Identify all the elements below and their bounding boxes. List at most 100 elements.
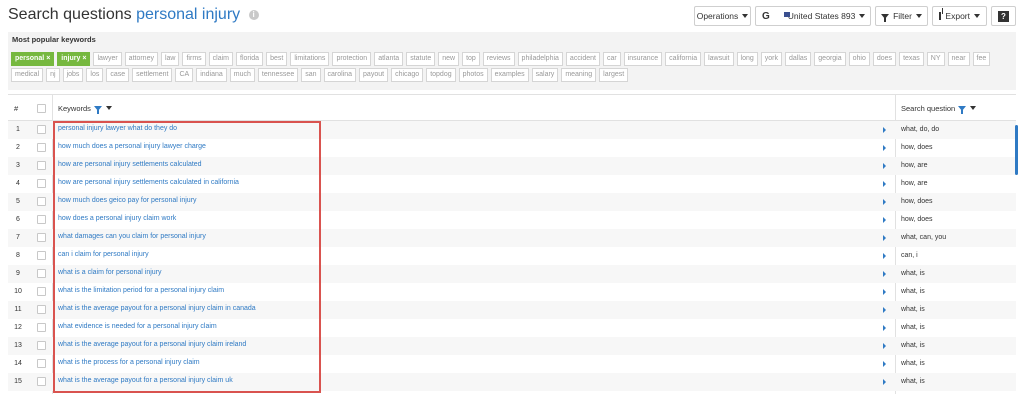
row-checkbox[interactable] [37,341,46,350]
row-checkbox[interactable] [37,269,46,278]
row-checkbox[interactable] [37,179,46,188]
keyword-tag[interactable]: atlanta [374,52,404,66]
keyword-tag[interactable]: lawyer [93,52,122,66]
help-button[interactable]: ? [991,6,1016,26]
expand-arrow-icon[interactable] [883,325,886,331]
expand-arrow-icon[interactable] [883,289,886,295]
close-icon[interactable]: × [46,55,50,62]
row-checkbox[interactable] [37,197,46,206]
close-icon[interactable]: × [82,55,86,62]
keyword-tag[interactable]: georgia [814,52,846,66]
keyword-tag[interactable]: NY [926,52,945,66]
keyword-tag[interactable]: nj [46,68,60,82]
select-all-cell [37,95,46,121]
expand-arrow-icon[interactable] [883,181,886,187]
info-icon[interactable]: i [248,10,259,20]
row-checkbox[interactable] [37,323,46,332]
keyword-tag[interactable]: photos [458,68,488,82]
row-checkbox[interactable] [37,251,46,260]
keyword-tag[interactable]: does [872,52,897,66]
keyword-tag[interactable]: examples [490,68,529,82]
export-button[interactable]: Export [932,6,987,26]
expand-arrow-icon[interactable] [883,217,886,223]
row-checkbox[interactable] [37,125,46,134]
select-all-checkbox[interactable] [37,103,46,113]
operations-button[interactable]: Operations [694,6,751,26]
keyword-tag[interactable]: long [736,52,758,66]
expand-arrow-icon[interactable] [883,253,886,259]
keyword-tag[interactable]: topdog [426,68,456,82]
keyword-tag[interactable]: case [106,68,130,82]
keyword-tag[interactable]: much [229,68,255,82]
expand-arrow-icon[interactable] [883,145,886,151]
chevron-down-icon[interactable] [105,106,112,110]
keyword-tag[interactable]: near [947,52,970,66]
keyword-tag[interactable]: los [86,68,104,82]
keyword-tag[interactable]: statute [406,52,436,66]
keyword-tag[interactable]: accident [565,52,600,66]
keyword-tag[interactable]: protection [332,52,372,66]
keyword-tag[interactable]: chicago [391,68,424,82]
expand-arrow-icon[interactable] [883,235,886,241]
keyword-tag[interactable]: CA [175,68,194,82]
keyword-tag[interactable]: payout [359,68,389,82]
row-checkbox[interactable] [37,233,46,242]
keyword-tag[interactable]: insurance [623,52,663,66]
row-checkbox[interactable] [37,359,46,368]
keyword-tag[interactable]: reviews [482,52,515,66]
row-checkbox[interactable] [37,215,46,224]
keyword-tag[interactable]: largest [599,68,629,82]
expand-arrow-icon[interactable] [883,343,886,349]
keyword-tag[interactable]: attorney [124,52,158,66]
row-checkbox[interactable] [37,143,46,152]
keyword-tag[interactable]: carolina [323,68,357,82]
row-checkbox[interactable] [37,377,46,386]
expand-arrow-icon[interactable] [883,361,886,367]
expand-arrow-icon[interactable] [883,379,886,385]
row-checkbox[interactable] [37,287,46,296]
keyword-tag[interactable]: firms [182,52,206,66]
expand-arrow-icon[interactable] [883,307,886,313]
country-select[interactable]: G United States 893 [755,6,871,26]
keyword-tag[interactable]: tennessee [257,68,299,82]
column-header-search-question[interactable]: Search question [901,95,977,121]
scrollbar[interactable] [1015,125,1018,175]
keyword-tag[interactable]: san [301,68,321,82]
keyword-tag[interactable]: new [438,52,460,66]
keyword-tag[interactable]: texas [899,52,924,66]
column-header-keywords[interactable]: Keywords [58,95,112,121]
keyword-tag-active[interactable]: personal × [11,52,55,66]
filter-icon[interactable] [958,105,967,114]
keyword-tag[interactable]: lawsuit [704,52,734,66]
keyword-tag[interactable]: top [462,52,480,66]
keyword-tag[interactable]: best [266,52,288,66]
keyword-tag[interactable]: limitations [290,52,330,66]
filter-icon[interactable] [93,105,102,114]
keyword-tag[interactable]: meaning [561,68,597,82]
keyword-tag[interactable]: indiana [196,68,227,82]
row-checkbox[interactable] [37,305,46,314]
keyword-tag[interactable]: jobs [62,68,84,82]
keyword-tag[interactable]: claim [208,52,233,66]
keyword-tag[interactable]: fee [972,52,991,66]
keyword-tag-active[interactable]: injury × [57,52,91,66]
keyword-tag[interactable]: car [603,52,621,66]
keyword-tag[interactable]: medical [11,68,44,82]
keyword-tag[interactable]: ohio [848,52,870,66]
keyword-tag[interactable]: california [665,52,702,66]
expand-arrow-icon[interactable] [883,271,886,277]
keyword-tag[interactable]: philadelphia [517,52,563,66]
keyword-tag[interactable]: florida [236,52,264,66]
keyword-tag[interactable]: settlement [132,68,173,82]
search-question-cell: what, is [901,270,925,277]
keyword-tag[interactable]: law [160,52,180,66]
filter-button[interactable]: Filter [875,6,928,26]
keyword-tag[interactable]: salary [531,68,559,82]
expand-arrow-icon[interactable] [883,163,886,169]
keyword-tag[interactable]: dallas [784,52,812,66]
chevron-down-icon[interactable] [970,106,977,110]
keyword-tag[interactable]: york [760,52,782,66]
row-checkbox[interactable] [37,161,46,170]
expand-arrow-icon[interactable] [883,127,886,133]
expand-arrow-icon[interactable] [883,199,886,205]
